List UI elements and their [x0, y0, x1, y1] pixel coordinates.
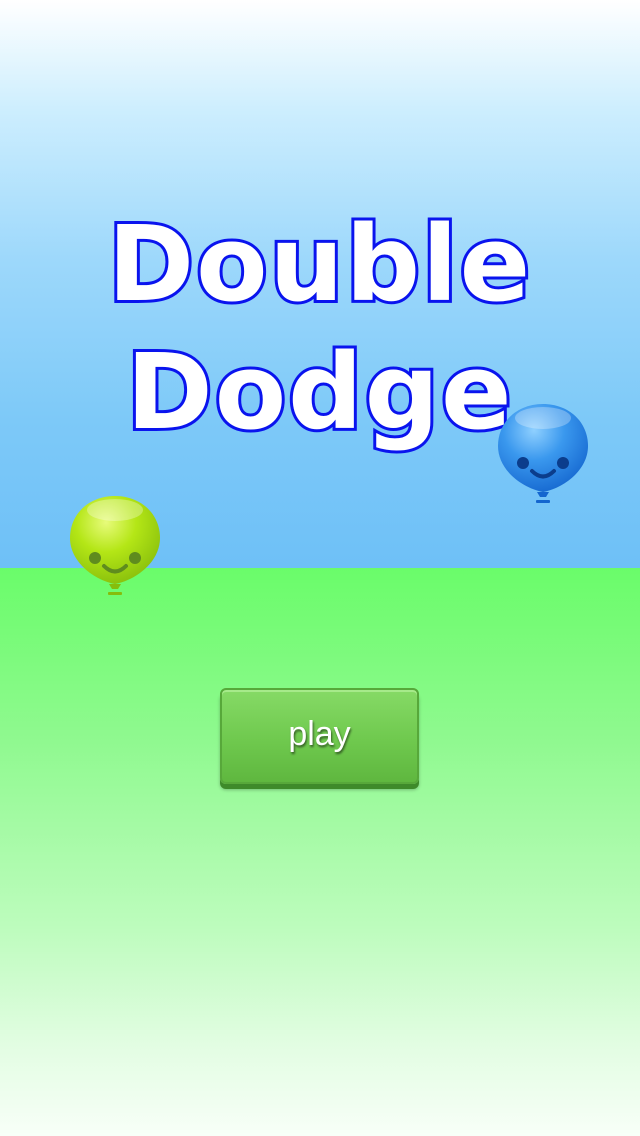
- play-button[interactable]: play: [220, 688, 419, 784]
- green-balloon-icon: [70, 496, 160, 595]
- title-line-double: Double: [105, 200, 533, 328]
- play-button-label: play: [288, 715, 351, 753]
- blue-balloon-icon: [498, 404, 588, 503]
- game-screen: Double Dodge play: [0, 0, 640, 1136]
- ground-background: [0, 568, 640, 1136]
